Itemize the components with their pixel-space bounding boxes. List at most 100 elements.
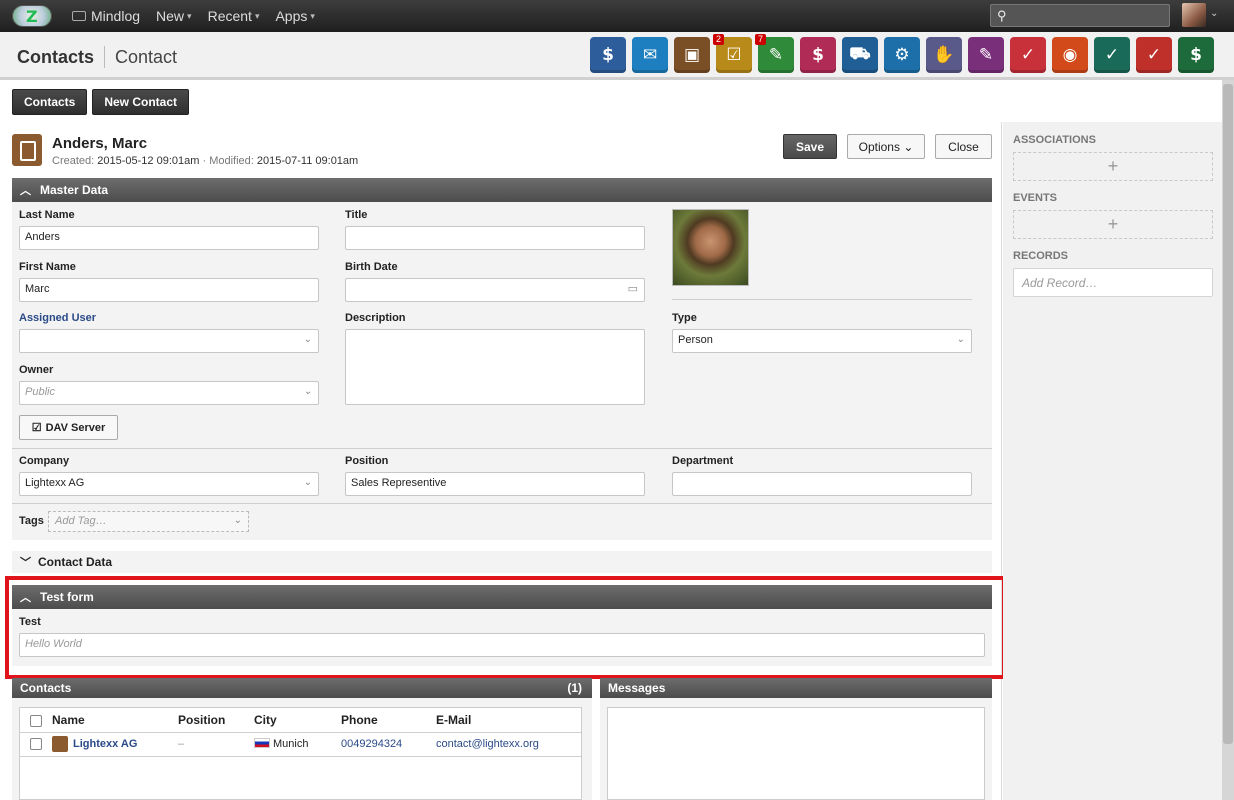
contacts-panel-title: Contacts <box>20 681 72 695</box>
deals-app-icon[interactable]: ✋ <box>926 37 962 73</box>
billing-glyph: $ <box>1190 45 1202 65</box>
projects-glyph: ✓ <box>1146 45 1162 65</box>
divider <box>12 448 992 449</box>
type-select[interactable]: Person ⌄ <box>672 329 972 353</box>
row-checkbox[interactable] <box>30 738 42 750</box>
options-button[interactable]: Options ⌄ <box>847 134 925 159</box>
column-header-phone[interactable]: Phone <box>341 713 378 727</box>
nav-mindlog[interactable]: Mindlog <box>72 8 140 24</box>
created-label: Created: <box>52 155 95 167</box>
birth-date-field[interactable]: ▭ <box>345 278 645 302</box>
nav-recent-label: Recent <box>207 8 252 24</box>
close-button[interactable]: Close <box>935 134 992 159</box>
broadcast-app-icon[interactable]: ◉ <box>1052 37 1088 73</box>
description-label: Description <box>345 312 406 324</box>
section-title: Master Data <box>40 183 109 197</box>
user-avatar[interactable] <box>1182 3 1206 27</box>
department-label: Department <box>672 455 734 467</box>
app-logo-icon[interactable] <box>12 5 52 27</box>
contacts-panel-header: Contacts (1) <box>12 678 592 698</box>
section-header-master-data[interactable]: ︿ Master Data <box>12 178 992 202</box>
add-record-input[interactable]: Add Record… <box>1013 268 1213 297</box>
contacts-button[interactable]: Contacts <box>12 89 88 115</box>
tasks-app-icon[interactable]: ☑ 2 <box>713 34 752 73</box>
notes-glyph: ✎ <box>768 45 784 65</box>
calendar-icon[interactable]: ▭ <box>628 282 638 295</box>
search-icon: ⚲ <box>997 8 1007 23</box>
chevron-down-icon[interactable]: ⌄ <box>1210 8 1218 19</box>
column-header-position[interactable]: Position <box>178 713 225 727</box>
nav-new[interactable]: New ▾ <box>156 8 192 24</box>
deals-glyph: ✋ <box>933 45 955 65</box>
type-value: Person <box>678 334 713 346</box>
description-textarea[interactable] <box>345 329 645 405</box>
mindlog-icon <box>72 11 86 21</box>
global-search-input[interactable] <box>1013 7 1163 24</box>
contacts-app-icon[interactable]: ▣ <box>674 37 710 73</box>
nav-new-label: New <box>156 8 185 24</box>
row-city-value: Munich <box>273 738 309 750</box>
toolbar: Contacts New Contact <box>12 89 194 115</box>
notes-app-icon[interactable]: ✎ 7 <box>755 34 794 73</box>
row-phone[interactable]: 0049294324 <box>341 738 402 750</box>
add-event-button[interactable]: + <box>1013 210 1213 239</box>
nav-apps[interactable]: Apps ▾ <box>275 8 314 24</box>
dav-server-label: DAV Server <box>45 421 106 434</box>
reports-app-icon[interactable]: ✓ <box>1010 37 1046 73</box>
sales-glyph: $ <box>812 45 824 65</box>
row-position: – <box>178 738 185 750</box>
plus-icon: + <box>1107 214 1119 234</box>
sales-app-icon[interactable]: $ <box>800 37 836 73</box>
chevron-down-icon: ▾ <box>187 10 192 21</box>
projects-app-icon[interactable]: ✓ <box>1136 37 1172 73</box>
documents-glyph: ✎ <box>978 45 994 65</box>
nav-apps-label: Apps <box>275 8 308 24</box>
row-email[interactable]: contact@lightexx.org <box>436 738 539 750</box>
billing-app-icon[interactable]: $ <box>1178 37 1214 73</box>
messages-list[interactable] <box>607 707 985 800</box>
save-button[interactable]: Save <box>783 134 837 159</box>
column-header-city[interactable]: City <box>254 713 277 727</box>
assigned-user-select[interactable]: ⌄ <box>19 329 319 353</box>
support-app-icon[interactable]: ⚙ <box>884 37 920 73</box>
records-label: RECORDS <box>1013 250 1069 262</box>
contacts-glyph: ▣ <box>683 45 701 65</box>
last-name-field[interactable]: Anders <box>19 226 319 250</box>
dav-server-button[interactable]: ☑ DAV Server <box>19 415 118 440</box>
nav-recent[interactable]: Recent ▾ <box>208 8 260 24</box>
new-contact-button[interactable]: New Contact <box>92 89 190 115</box>
highlight-annotation-box <box>5 576 1006 679</box>
first-name-field[interactable]: Marc <box>19 278 319 302</box>
chevron-down-icon: ﹀ <box>20 557 31 569</box>
shipping-app-icon[interactable]: ✓ <box>1094 37 1130 73</box>
position-field[interactable]: Sales Representive <box>345 472 645 496</box>
modified-label: · Modified: <box>202 155 254 167</box>
select-all-checkbox[interactable] <box>30 715 42 727</box>
add-association-button[interactable]: + <box>1013 152 1213 181</box>
row-name-link[interactable]: Lightexx AG <box>73 738 137 750</box>
edit-icon: ☑ <box>31 422 42 434</box>
divider <box>12 503 992 504</box>
add-tag-input[interactable]: Add Tag… ⌄ <box>48 511 249 532</box>
contact-photo[interactable] <box>672 209 749 286</box>
title-field[interactable] <box>345 226 645 250</box>
company-select[interactable]: Lightexx AG ⌄ <box>19 472 319 496</box>
type-label: Type <box>672 312 697 324</box>
contact-record-icon <box>52 736 68 752</box>
delivery-glyph: ⛟ <box>849 44 871 64</box>
email-app-icon[interactable]: ✉ <box>632 37 668 73</box>
department-field[interactable] <box>672 472 972 496</box>
column-header-email[interactable]: E-Mail <box>436 713 471 727</box>
documents-app-icon[interactable]: ✎ <box>968 37 1004 73</box>
divider <box>20 732 581 733</box>
assigned-user-label[interactable]: Assigned User <box>19 312 96 324</box>
breadcrumb-contacts[interactable]: Contacts <box>17 47 94 68</box>
finance-app-icon[interactable]: $ <box>590 37 626 73</box>
owner-select[interactable]: Public ⌄ <box>19 381 319 405</box>
birth-date-label: Birth Date <box>345 261 398 273</box>
scrollbar-thumb[interactable] <box>1223 84 1233 744</box>
section-header-contact-data[interactable]: ﹀ Contact Data <box>12 551 992 573</box>
top-navigation-bar: Mindlog New ▾ Recent ▾ Apps ▾ ⚲ ⌄ <box>0 0 1234 32</box>
delivery-app-icon[interactable]: ⛟ <box>842 37 878 73</box>
column-header-name[interactable]: Name <box>52 713 85 727</box>
